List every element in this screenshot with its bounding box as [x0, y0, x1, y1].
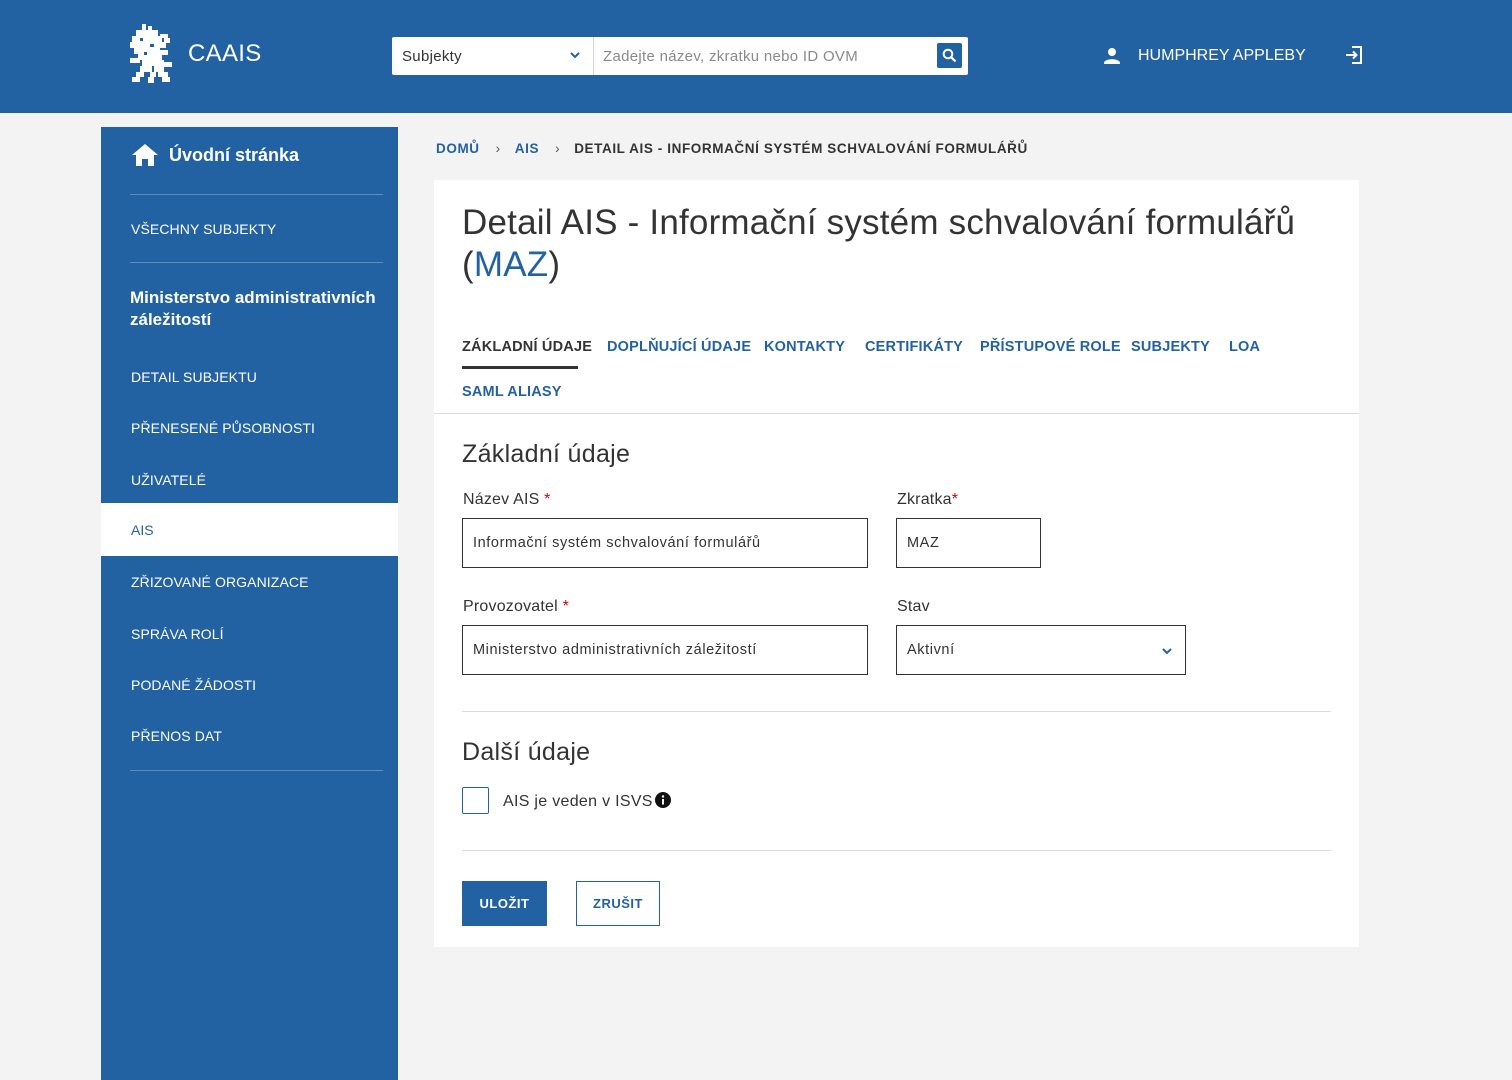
name-label-text: Název AIS	[463, 491, 540, 508]
page-title-abbreviation: MAZ	[473, 245, 549, 284]
sidebar-item-submitted-requests[interactable]: Podané žádosti	[131, 677, 256, 693]
sidebar-home-label: Úvodní stránka	[169, 144, 300, 165]
main-card: Detail AIS - Informační systém schvalová…	[434, 180, 1359, 947]
abbreviation-field[interactable]	[896, 518, 1041, 568]
section-divider	[462, 850, 1331, 851]
tab-basic-info[interactable]: Základní údaje	[462, 339, 592, 355]
search-button[interactable]	[937, 43, 962, 68]
page-title-paren-close: )	[548, 245, 561, 284]
home-icon	[132, 144, 158, 166]
breadcrumb: Domů › AIS › Detail AIS - Informační sys…	[436, 139, 1028, 157]
chevron-down-icon	[570, 52, 580, 59]
search-input[interactable]	[595, 37, 925, 75]
search-icon	[942, 48, 957, 63]
tab-subjects[interactable]: Subjekty	[1131, 339, 1210, 355]
search-scope-value: Subjekty	[402, 48, 462, 65]
isvs-checkbox-label[interactable]: AIS je veden v ISVS	[503, 793, 653, 811]
user-icon	[1104, 48, 1120, 64]
active-tab-indicator	[462, 366, 578, 369]
required-marker: *	[951, 491, 959, 508]
sidebar-item-all-subjects[interactable]: VŠECHNY SUBJEKTY	[131, 221, 276, 237]
cancel-button[interactable]: Zrušit	[576, 881, 660, 926]
state-select-value: Aktivní	[907, 642, 955, 658]
sidebar-home-link[interactable]: Úvodní stránka	[131, 141, 299, 169]
sidebar-item-role-management[interactable]: Správa rolí	[131, 626, 224, 642]
sidebar-item-label: AIS	[131, 522, 154, 538]
info-icon[interactable]	[655, 792, 671, 808]
chevron-right-icon: ›	[495, 140, 501, 156]
required-marker: *	[562, 598, 569, 615]
section-heading-basic: Základní údaje	[462, 440, 631, 468]
required-marker: *	[544, 491, 551, 508]
breadcrumb-home[interactable]: Domů	[436, 141, 480, 156]
top-bar: CAAIS Subjekty HUMPHREY APPLEBY	[0, 0, 1512, 113]
sidebar: Úvodní stránka VŠECHNY SUBJEKTY Minister…	[101, 127, 398, 1080]
chevron-down-icon	[1162, 648, 1172, 655]
breadcrumb-current: Detail AIS - Informační systém schvalová…	[574, 140, 1028, 156]
sidebar-item-delegated-powers[interactable]: Přenesené působnosti	[131, 420, 315, 436]
sidebar-item-subject-detail[interactable]: Detail subjektu	[131, 369, 257, 385]
logout-icon[interactable]	[1344, 45, 1364, 65]
tab-saml-aliases[interactable]: SAML aliasy	[462, 384, 562, 400]
page-title-text: Detail AIS - Informační systém schvalová…	[462, 203, 1296, 242]
name-field[interactable]	[462, 518, 868, 568]
tab-access-roles[interactable]: Přístupové role	[980, 339, 1121, 355]
state-label: Stav	[897, 598, 930, 615]
page-title: Detail AIS - Informační systém schvalová…	[462, 202, 1342, 286]
chevron-right-icon: ›	[555, 140, 561, 156]
operator-label: Provozovatel *	[463, 598, 569, 616]
page-title-paren-open: (	[462, 245, 474, 284]
operator-field[interactable]	[462, 625, 868, 675]
save-button[interactable]: Uložit	[462, 881, 547, 926]
lion-logo-icon[interactable]	[128, 24, 174, 84]
sidebar-item-established-orgs[interactable]: Zřizované organizace	[131, 574, 309, 590]
isvs-checkbox[interactable]	[462, 787, 489, 814]
name-label: Název AIS *	[463, 491, 551, 509]
tab-loa[interactable]: LOA	[1229, 339, 1260, 355]
user-name: HUMPHREY APPLEBY	[1138, 47, 1306, 64]
tab-additional-info[interactable]: Doplňující údaje	[607, 339, 751, 355]
operator-label-text: Provozovatel	[463, 598, 558, 615]
sidebar-item-ais[interactable]: AIS	[101, 503, 398, 556]
section-divider	[462, 711, 1331, 712]
sidebar-divider	[130, 770, 383, 771]
user-menu[interactable]: HUMPHREY APPLEBY	[1102, 45, 1306, 67]
sidebar-organization-title[interactable]: Ministerstvo administrativních záležitos…	[130, 287, 390, 331]
brand-name[interactable]: CAAIS	[188, 40, 262, 68]
sidebar-divider	[130, 262, 383, 263]
section-heading-other: Další údaje	[462, 738, 591, 766]
state-select[interactable]: Aktivní	[896, 625, 1186, 675]
abbreviation-label-text: Zkratka	[897, 491, 952, 508]
search-scope-select[interactable]: Subjekty	[392, 37, 594, 75]
sidebar-item-data-transfer[interactable]: Přenos dat	[131, 728, 222, 744]
tab-contacts[interactable]: Kontakty	[764, 339, 845, 355]
sidebar-divider	[130, 194, 383, 195]
search-bar: Subjekty	[392, 37, 968, 75]
tab-certificates[interactable]: Certifikáty	[865, 339, 963, 355]
breadcrumb-ais[interactable]: AIS	[515, 141, 539, 156]
sidebar-item-users[interactable]: Uživatelé	[131, 472, 206, 488]
tabs-divider	[434, 413, 1359, 414]
abbreviation-label: Zkratka*	[897, 491, 958, 509]
